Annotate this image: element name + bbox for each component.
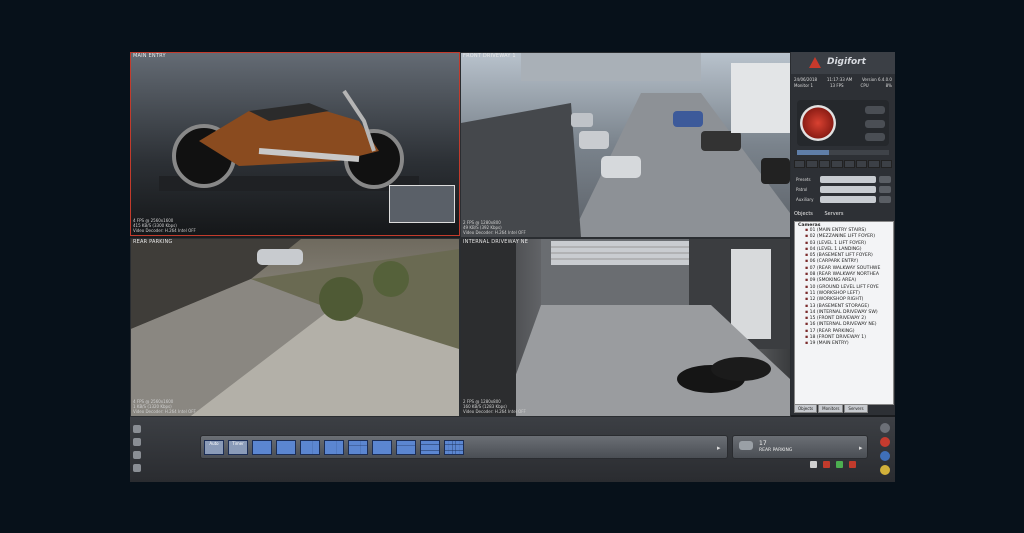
patrol-go-button[interactable] [879,186,891,193]
presets-control: Presets [794,176,892,184]
timer-label: Timer [232,441,244,446]
driveway-image [461,53,790,237]
play-round-icon[interactable] [880,451,890,461]
garage-image [461,239,790,416]
camera-view-front-driveway-1[interactable]: FRONT DRIVEWAY 1 2 FPS @ 1280x800 49 KB/… [460,52,791,238]
auxiliary-dropdown[interactable] [820,196,876,203]
ptz-speed-slider[interactable] [797,150,889,155]
timer-button[interactable]: Timer [228,440,248,455]
side-round-buttons [877,421,893,481]
digifort-client-window: MAIN ENTRY 4 FPS @ 2560x1600 415 KB/S (3… [130,52,895,482]
layout-1x1-button[interactable] [252,440,272,455]
selected-camera-number: 17 [759,440,767,447]
camera-title: REAR PARKING [133,239,173,245]
camera-view-internal-driveway-ne[interactable]: INTERNAL DRIVEWAY NE 2 FPS @ 1280x800 16… [460,238,791,417]
status-icons [810,461,856,468]
preset-button[interactable] [806,160,818,168]
tab-objects-bottom[interactable]: Objects [794,404,818,413]
picture-in-picture-view [389,185,455,223]
record-round-icon[interactable] [880,437,890,447]
layout-6-button[interactable] [300,440,320,455]
motorcycle-image [159,89,419,191]
tab-objects[interactable]: Objects [794,211,813,217]
ok-icon[interactable] [836,461,843,468]
presets-go-button[interactable] [879,176,891,183]
stream-stats: 4 FPS @ 2560x1600 1 KB/S (1320 Kbps) Vid… [133,399,196,414]
patrol-label: Patrol [796,187,808,192]
camera-select-arrow[interactable]: ▸ [859,444,863,452]
bottom-panel-tabs: Objects Monitors Servers [794,404,892,413]
camera-title: FRONT DRIVEWAY 1 [463,53,516,59]
preset-button[interactable] [880,160,892,168]
stream-stats: 4 FPS @ 2560x1600 415 KB/S (3300 Kbps) V… [133,218,196,233]
preset-button[interactable] [868,160,880,168]
fps-text: 13 FPS [829,83,844,88]
alarm-icon[interactable] [823,461,830,468]
layout-13-button[interactable] [396,440,416,455]
stream-stats: 2 FPS @ 1280x800 49 KB/S (392 Kbps) Vide… [463,220,526,235]
screen-layout-bar: Auto Timer ▸ [200,435,728,459]
presets-dropdown[interactable] [820,176,876,183]
logo-icon [809,57,821,68]
camera-tree: Cameras 01 (MAIN ENTRY STAIRS) 02 (MEZZA… [794,221,894,405]
camera-list-item[interactable]: 19 (MAIN ENTRY) [795,341,893,347]
auxiliary-label: Auxiliary [796,197,814,202]
camera-icon [739,441,753,450]
monitor-icon[interactable] [133,438,141,446]
presets-label: Presets [796,177,811,182]
layout-8-button[interactable] [324,440,344,455]
monitor-text: Monitor 1 [794,83,814,88]
preset-button[interactable] [843,160,855,168]
zoom-button[interactable] [865,106,885,114]
selected-camera-name: REAR PARKING [759,448,793,453]
camera-view-main-entry[interactable]: MAIN ENTRY 4 FPS @ 2560x1600 415 KB/S (3… [130,52,460,236]
selected-camera-box[interactable]: 17 REAR PARKING ▸ [732,435,868,459]
preset-button[interactable] [855,160,868,168]
tab-servers[interactable]: Servers [824,211,843,217]
preset-button[interactable] [831,160,843,168]
event-round-icon[interactable] [880,465,890,475]
digifort-logo: Digifort [791,52,895,74]
control-panel: Digifort 24/06/2018 11:17:33 AM Version … [791,52,895,415]
camera-title: MAIN ENTRY [133,53,166,59]
brand-name: Digifort [827,57,866,67]
layout-4x4-button[interactable] [420,440,440,455]
camera-view-rear-parking[interactable]: REAR PARKING 4 FPS @ 2560x1600 1 KB/S (1… [130,238,460,417]
left-tool-buttons [132,422,158,478]
focus-button[interactable] [865,120,885,128]
ptz-joystick[interactable] [800,105,836,141]
auto-label: Auto [209,441,219,446]
tab-monitors[interactable]: Monitors [818,404,844,413]
camera-title: INTERNAL DRIVEWAY NE [463,239,529,245]
auto-button[interactable]: Auto [204,440,224,455]
layout-2x2-button[interactable] [276,440,296,455]
parking-image [131,239,459,416]
bottom-toolbar: Auto Timer ▸ 17 REAR PARKING ▸ [130,417,895,482]
layout-3x3-button[interactable] [348,440,368,455]
cpu-label: CPU [860,83,869,88]
settings-icon[interactable] [133,425,141,433]
scroll-right-arrow[interactable]: ▸ [717,444,721,452]
cpu-value: 8% [885,83,892,88]
record-icon[interactable] [810,461,817,468]
status-info: 24/06/2018 11:17:33 AM Version 6.4.0.0 M… [794,77,892,89]
iris-button[interactable] [865,133,885,141]
object-tabs: Objects Servers [794,211,892,220]
auxiliary-go-button[interactable] [879,196,891,203]
tab-servers-bottom[interactable]: Servers [844,404,868,413]
patrol-dropdown[interactable] [820,186,876,193]
stream-stats: 2 FPS @ 1280x800 160 KB/S (1283 Kbps) Vi… [463,399,526,414]
ptz-controls [797,100,889,146]
layout-10-button[interactable] [372,440,392,455]
auxiliary-control: Auxiliary [794,196,892,204]
camera-icon[interactable] [133,451,141,459]
layout-20-button[interactable] [444,440,464,455]
patrol-control: Patrol [794,186,892,194]
preset-button[interactable] [818,160,831,168]
snapshot-icon[interactable] [133,464,141,472]
stop-icon[interactable] [849,461,856,468]
settings-round-icon[interactable] [880,423,890,433]
preset-button[interactable] [794,160,806,168]
preset-buttons [794,160,892,168]
